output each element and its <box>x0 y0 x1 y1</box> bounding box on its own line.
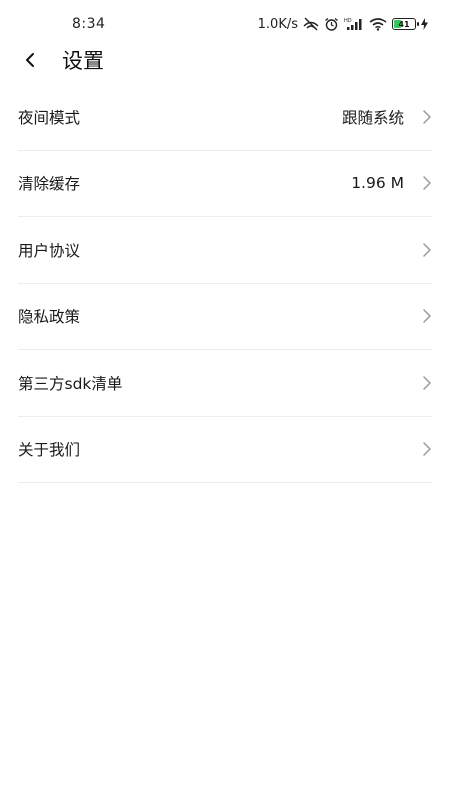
row-right <box>422 441 432 457</box>
row-right <box>422 375 432 391</box>
status-time: 8:34 <box>72 16 106 32</box>
nav-bar: 设置 <box>0 40 450 80</box>
row-label: 关于我们 <box>18 441 81 460</box>
settings-row-privacy-policy[interactable]: 隐私政策 <box>18 284 432 350</box>
chevron-right-icon <box>423 376 431 390</box>
row-label: 夜间模式 <box>18 108 81 127</box>
svg-text:HD: HD <box>344 18 352 24</box>
row-label: 隐私政策 <box>18 308 81 327</box>
status-icons: 1.0K/s HD 41 <box>258 17 428 32</box>
settings-row-third-party-sdk[interactable]: 第三方sdk清单 <box>18 350 432 417</box>
no-signal-icon <box>303 17 319 31</box>
row-right: 跟随系统 <box>342 106 432 128</box>
settings-list: 夜间模式 跟随系统 清除缓存 1.96 M 用户协议 隐私政策 第三方sdk清单… <box>18 84 432 483</box>
battery-icon: 41 <box>392 18 419 30</box>
page-title: 设置 <box>62 49 104 73</box>
settings-row-clear-cache[interactable]: 清除缓存 1.96 M <box>18 151 432 217</box>
chevron-right-icon <box>423 243 431 257</box>
back-arrow-icon <box>26 53 34 67</box>
wifi-icon <box>369 18 387 31</box>
chevron-right-icon <box>423 176 431 190</box>
network-speed: 1.0K/s <box>257 16 298 32</box>
settings-row-about-us[interactable]: 关于我们 <box>18 417 432 483</box>
row-right <box>422 308 432 324</box>
row-label: 清除缓存 <box>18 175 81 194</box>
settings-row-night-mode[interactable]: 夜间模式 跟随系统 <box>18 84 432 151</box>
settings-row-user-agreement[interactable]: 用户协议 <box>18 217 432 284</box>
row-label: 第三方sdk清单 <box>18 374 123 393</box>
chevron-right-icon <box>423 442 431 456</box>
cellular-signal-icon: HD <box>344 18 362 30</box>
row-value: 跟随系统 <box>341 108 404 127</box>
row-label: 用户协议 <box>18 241 81 260</box>
row-right <box>422 242 432 258</box>
back-button[interactable] <box>0 40 60 80</box>
chevron-right-icon <box>423 309 431 323</box>
row-value: 1.96 M <box>351 174 404 193</box>
row-right: 1.96 M <box>351 174 432 192</box>
alarm-icon <box>325 17 338 31</box>
battery-level: 41 <box>398 19 410 29</box>
charging-icon <box>421 18 428 30</box>
chevron-right-icon <box>423 110 431 124</box>
